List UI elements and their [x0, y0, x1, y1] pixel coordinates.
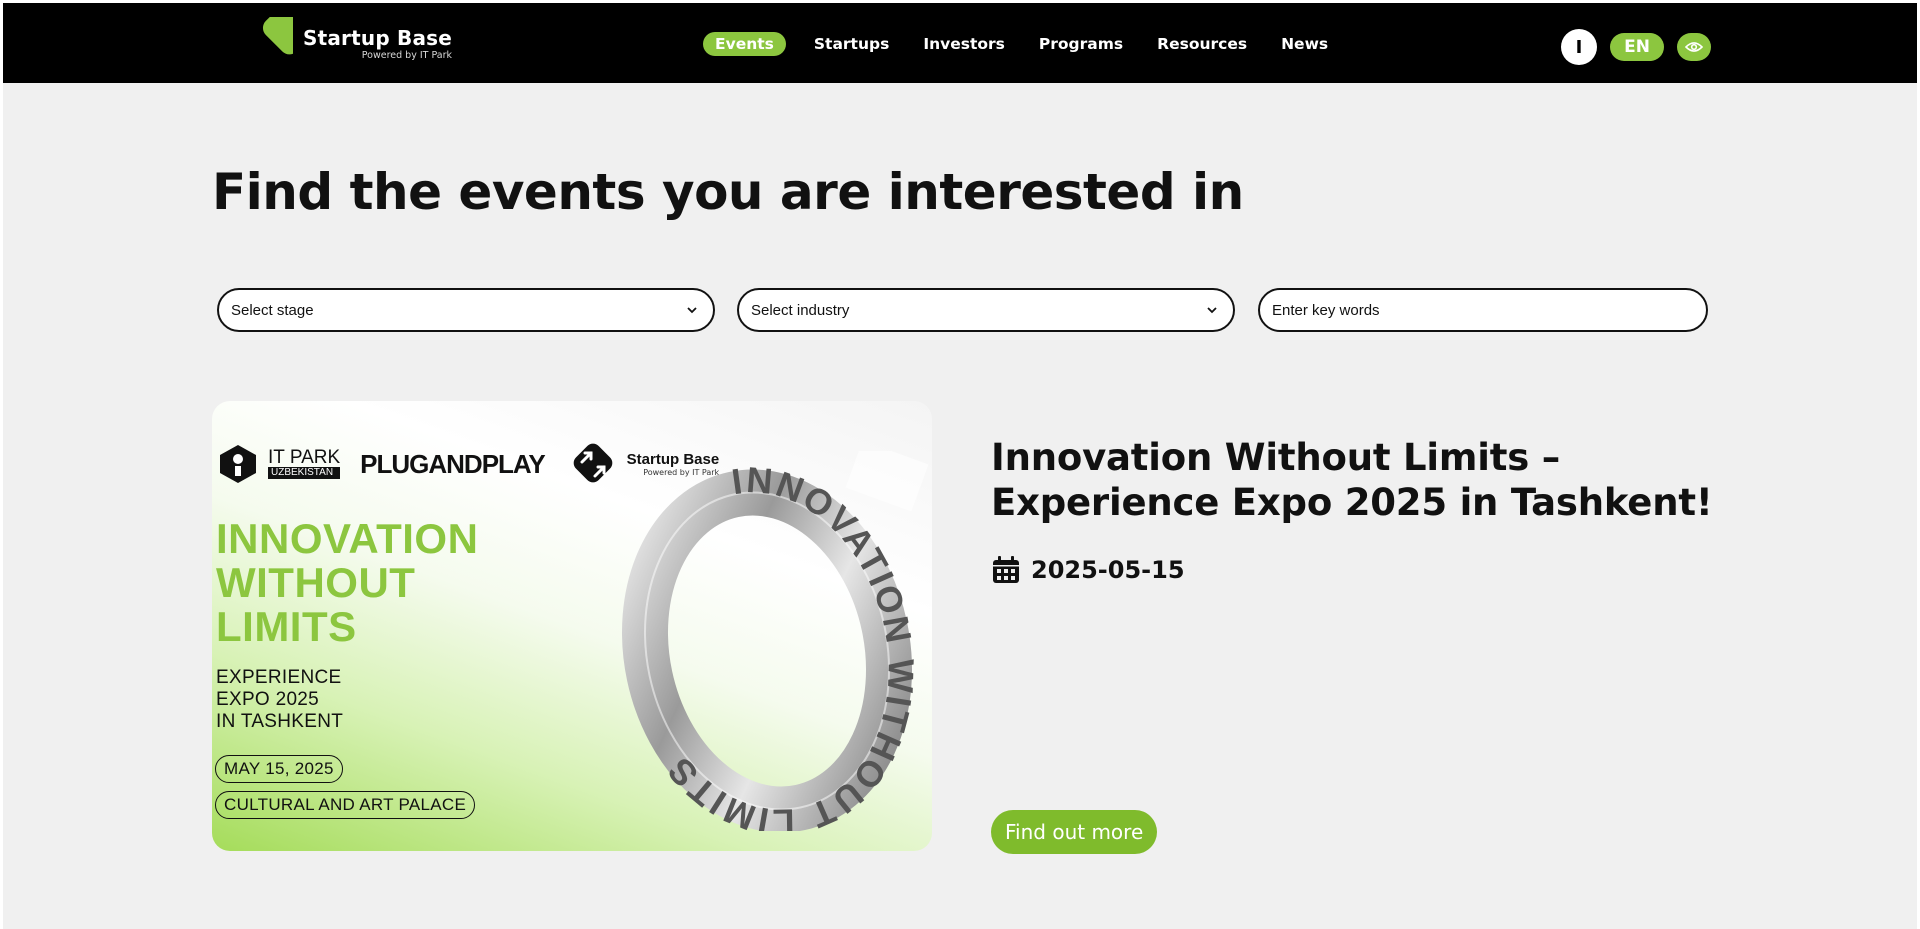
keywords-placeholder: Enter key words [1272, 301, 1380, 319]
event-date-text: 2025-05-15 [1031, 556, 1185, 584]
nav-resources[interactable]: Resources [1151, 32, 1253, 56]
image-headline: INNOVATION WITHOUT LIMITS [216, 517, 478, 649]
logo[interactable]: Startup Base Powered by IT Park [227, 17, 452, 71]
nav-investors[interactable]: Investors [917, 32, 1011, 56]
calendar-icon [993, 556, 1019, 583]
nav-news[interactable]: News [1275, 32, 1334, 56]
image-headline-line: INNOVATION [216, 515, 479, 562]
image-sub-line: IN TASHKENT [216, 711, 344, 732]
language-button[interactable]: EN [1610, 33, 1664, 61]
image-subheadline: EXPERIENCE EXPO 2025 IN TASHKENT [216, 667, 343, 733]
plugandplay-logo: PLUGANDPLAY [360, 448, 546, 479]
industry-select-value: Select industry [751, 301, 850, 319]
stage-select[interactable]: Select stage [217, 288, 715, 332]
keywords-input[interactable]: Enter key words [1258, 288, 1708, 332]
logo-mark-icon [243, 17, 293, 63]
stage-select-value: Select stage [231, 301, 314, 319]
image-sub-line: EXPO 2025 [216, 689, 320, 710]
itpark-logo-text: IT PARK [268, 447, 341, 468]
header-actions: I EN [1561, 29, 1711, 65]
event-title: Innovation Without Limits – Experience E… [991, 436, 1713, 524]
page-title: Find the events you are interested in [212, 163, 1244, 221]
find-out-more-button[interactable]: Find out more [991, 810, 1158, 854]
nav-programs[interactable]: Programs [1033, 32, 1129, 56]
nav-events[interactable]: Events [703, 32, 786, 56]
page: Startup Base Powered by IT Park Events S… [3, 3, 1917, 929]
chrome-ring-art: INNOVATION WITHOUT LIMITS [602, 451, 932, 831]
image-headline-line: WITHOUT [216, 559, 416, 606]
image-date-pill: MAY 15, 2025 [215, 755, 343, 783]
eye-icon [1685, 42, 1703, 52]
nav-startups[interactable]: Startups [808, 32, 895, 56]
image-sub-line: EXPERIENCE [216, 667, 342, 688]
logo-subtitle: Powered by IT Park [361, 50, 453, 61]
itpark-logo-icon [220, 445, 256, 483]
itpark-logo-country: UZBEKISTAN [268, 467, 341, 479]
event-image[interactable]: IT PARK UZBEKISTAN PLUGANDPLAY Startup B… [212, 401, 932, 851]
theme-toggle-button[interactable]: I [1561, 29, 1597, 65]
accessibility-button[interactable] [1677, 33, 1711, 61]
main-nav: Events Startups Investors Programs Resou… [703, 32, 1356, 56]
chevron-down-icon [687, 307, 697, 314]
event-date: 2025-05-15 [991, 555, 1185, 585]
image-headline-line: LIMITS [216, 603, 357, 650]
chevron-down-icon [1207, 307, 1217, 314]
image-venue-pill: CULTURAL AND ART PALACE [215, 791, 476, 819]
industry-select[interactable]: Select industry [737, 288, 1235, 332]
site-header: Startup Base Powered by IT Park Events S… [3, 3, 1917, 83]
logo-title: Startup Base [303, 26, 453, 50]
